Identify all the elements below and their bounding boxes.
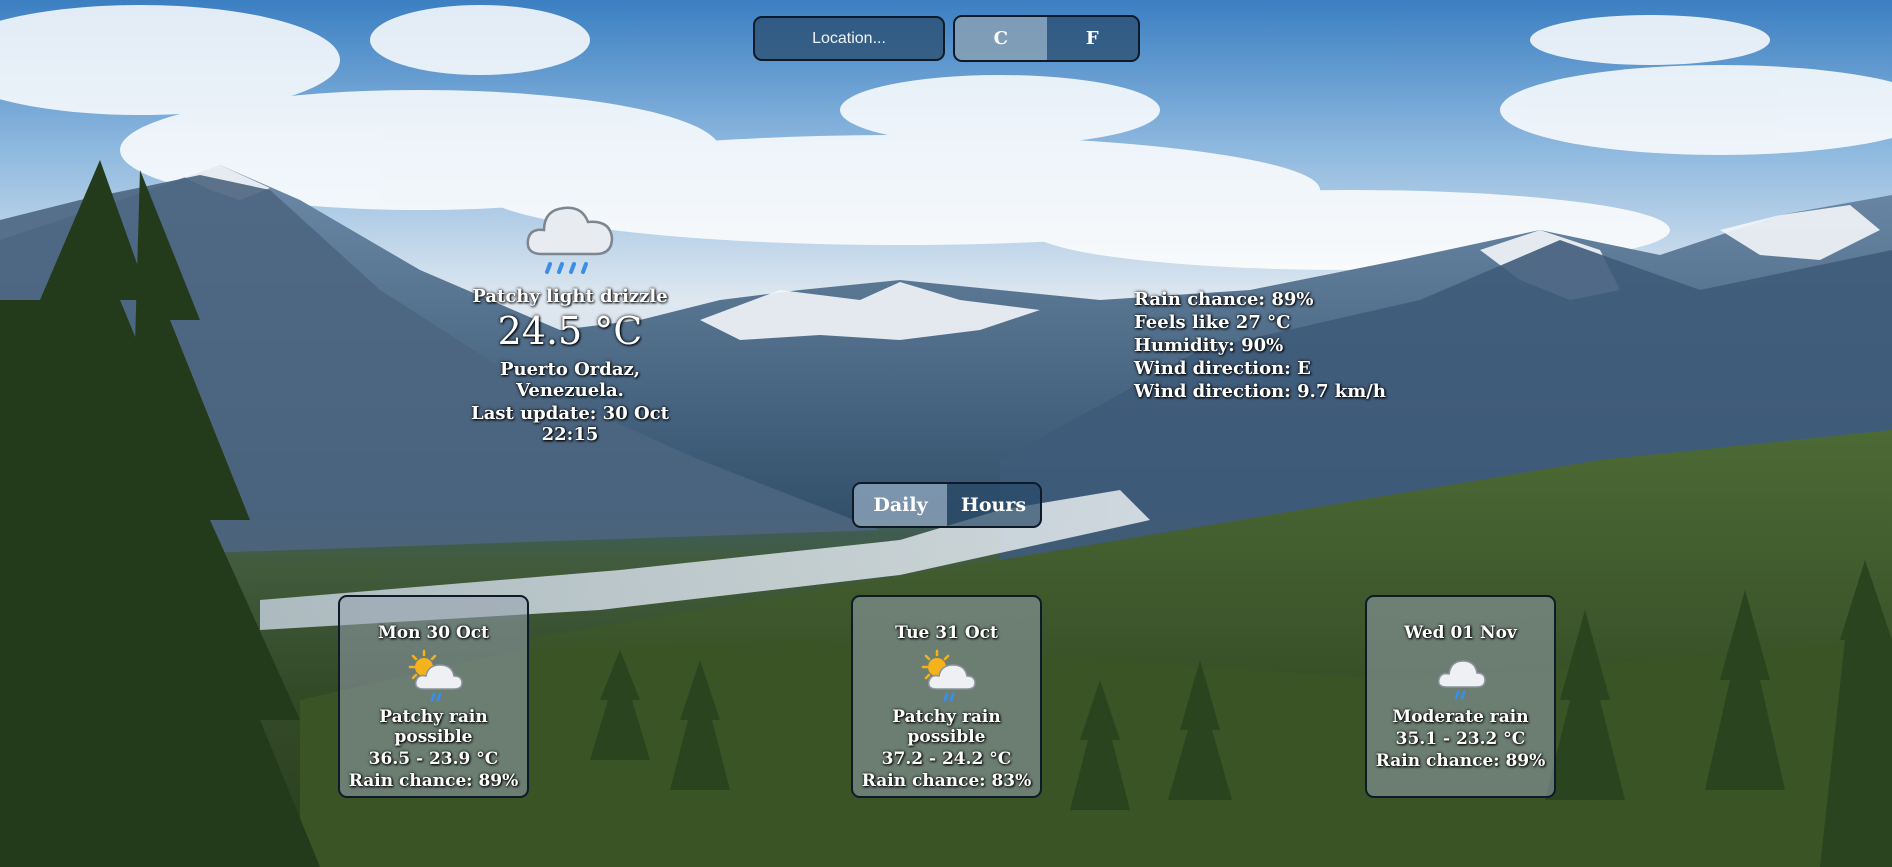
last-update: Last update: 30 Oct 22:15 [471,403,669,445]
humidity: Humidity: 90% [1134,335,1284,356]
cloud-rain-icon [1431,647,1491,705]
hours-button[interactable]: Hours [947,484,1040,526]
forecast-card: Mon 30 Oct Patchy rain possible 36.5 - 2… [338,595,529,798]
forecast-date: Tue 31 Oct [895,623,998,643]
forecast-view-toggle: Daily Hours [852,482,1042,528]
sun-cloud-rain-icon [404,647,464,705]
forecast-date: Mon 30 Oct [377,623,490,643]
forecast-card: Wed 01 Nov Moderate rain 35.1 - 23.2 °C … [1365,595,1556,798]
daily-button[interactable]: Daily [854,484,947,526]
current-weather-panel: Patchy light drizzle 24.5 °C Puerto Orda… [445,190,695,445]
current-condition: Patchy light drizzle [472,286,668,307]
location-search-input[interactable] [753,16,945,61]
current-temperature: 24.5 °C [497,309,643,353]
wind-direction: Wind direction: E [1134,358,1311,379]
wind-speed: Wind direction: 9.7 km/h [1134,381,1386,402]
rain-chance: Rain chance: 89% [1134,289,1314,310]
fahrenheit-button[interactable]: F [1047,17,1139,60]
temperature-unit-toggle: C F [953,15,1140,62]
forecast-rain-chance: Rain chance: 89% [348,771,519,791]
weather-details: Rain chance: 89% Feels like 27 °C Humidi… [1134,288,1386,403]
forecast-rain-chance: Rain chance: 83% [861,771,1032,791]
weather-app: C F Patchy light drizzle 24.5 °C Puerto … [0,0,1892,867]
cloud-drizzle-icon [520,190,620,282]
forecast-temp-range: 36.5 - 23.9 °C [368,749,499,769]
feels-like: Feels like 27 °C [1134,312,1291,333]
forecast-temp-range: 37.2 - 24.2 °C [881,749,1012,769]
current-location: Puerto Ordaz, Venezuela. [499,359,641,401]
forecast-date: Wed 01 Nov [1404,623,1517,643]
forecast-condition: Patchy rain possible [379,707,488,747]
forecast-condition: Moderate rain [1392,707,1529,727]
celsius-button[interactable]: C [955,17,1047,60]
forecast-condition: Patchy rain possible [892,707,1001,747]
forecast-temp-range: 35.1 - 23.2 °C [1395,729,1526,749]
forecast-rain-chance: Rain chance: 89% [1375,751,1546,771]
forecast-card: Tue 31 Oct Patchy rain possible 37.2 - 2… [851,595,1042,798]
sun-cloud-rain-icon [917,647,977,705]
